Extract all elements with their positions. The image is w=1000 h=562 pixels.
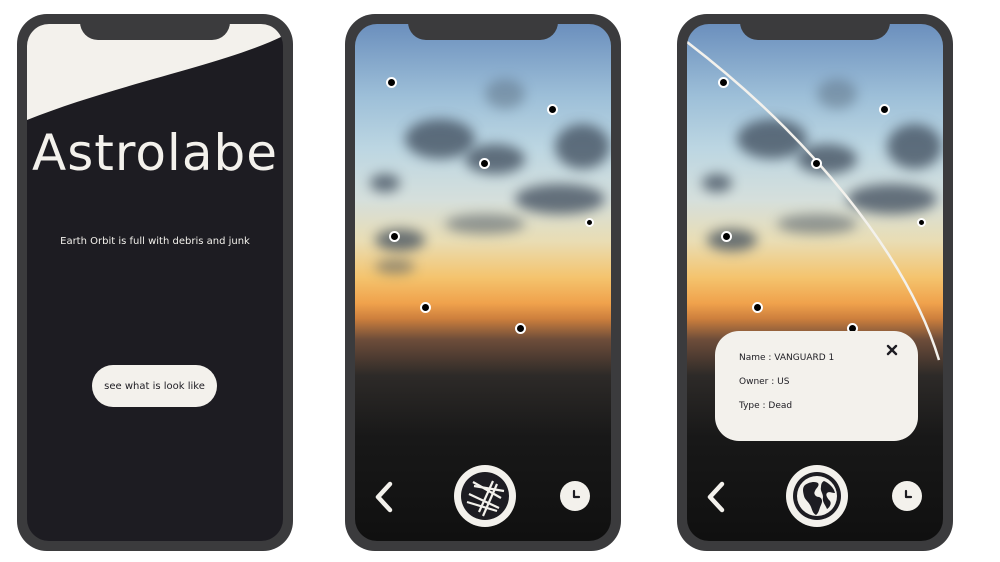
debris-marker[interactable] bbox=[721, 231, 732, 242]
globe-icon bbox=[786, 465, 848, 527]
debris-owner: Owner : US bbox=[739, 377, 790, 387]
globe-view-button[interactable] bbox=[785, 464, 849, 528]
debris-marker[interactable] bbox=[879, 104, 890, 115]
back-button[interactable] bbox=[367, 479, 401, 515]
tagline: Earth Orbit is full with debris and junk bbox=[60, 236, 250, 247]
capture-button[interactable] bbox=[453, 464, 517, 528]
debris-marker[interactable] bbox=[479, 158, 490, 169]
detail-screen: Name : VANGUARD 1 Owner : US Type : Dead bbox=[687, 24, 943, 541]
camera-screen bbox=[355, 24, 611, 541]
close-button[interactable] bbox=[883, 341, 901, 359]
clock-icon bbox=[572, 489, 581, 499]
phone-camera bbox=[345, 14, 621, 551]
back-button[interactable] bbox=[699, 479, 733, 515]
debris-type: Type : Dead bbox=[739, 401, 793, 411]
intro-screen: Astrolabe Earth Orbit is full with debri… bbox=[27, 24, 283, 541]
see-what-it-looks-like-button[interactable]: see what is look like bbox=[92, 365, 217, 407]
close-icon bbox=[886, 344, 898, 356]
debris-info-card: Name : VANGUARD 1 Owner : US Type : Dead bbox=[715, 331, 918, 441]
debris-marker[interactable] bbox=[386, 77, 397, 88]
notch bbox=[80, 14, 230, 40]
clock-icon bbox=[904, 489, 913, 499]
app-title: Astrolabe bbox=[32, 124, 278, 182]
history-button[interactable] bbox=[560, 481, 590, 511]
notch bbox=[408, 14, 558, 40]
debris-marker[interactable] bbox=[547, 104, 558, 115]
history-button[interactable] bbox=[892, 481, 922, 511]
chevron-left-icon bbox=[707, 481, 725, 513]
debris-marker[interactable] bbox=[420, 302, 431, 313]
debris-name: Name : VANGUARD 1 bbox=[739, 353, 835, 363]
notch bbox=[740, 14, 890, 40]
debris-marker[interactable] bbox=[752, 302, 763, 313]
debris-marker[interactable] bbox=[515, 323, 526, 334]
debris-marker[interactable] bbox=[811, 158, 822, 169]
debris-marker[interactable] bbox=[389, 231, 400, 242]
phone-intro: Astrolabe Earth Orbit is full with debri… bbox=[17, 14, 293, 551]
phone-detail: Name : VANGUARD 1 Owner : US Type : Dead bbox=[677, 14, 953, 551]
debris-marker[interactable] bbox=[917, 218, 926, 227]
debris-marker[interactable] bbox=[718, 77, 729, 88]
camera-aperture-icon bbox=[454, 465, 516, 527]
chevron-left-icon bbox=[375, 481, 393, 513]
debris-marker[interactable] bbox=[585, 218, 594, 227]
